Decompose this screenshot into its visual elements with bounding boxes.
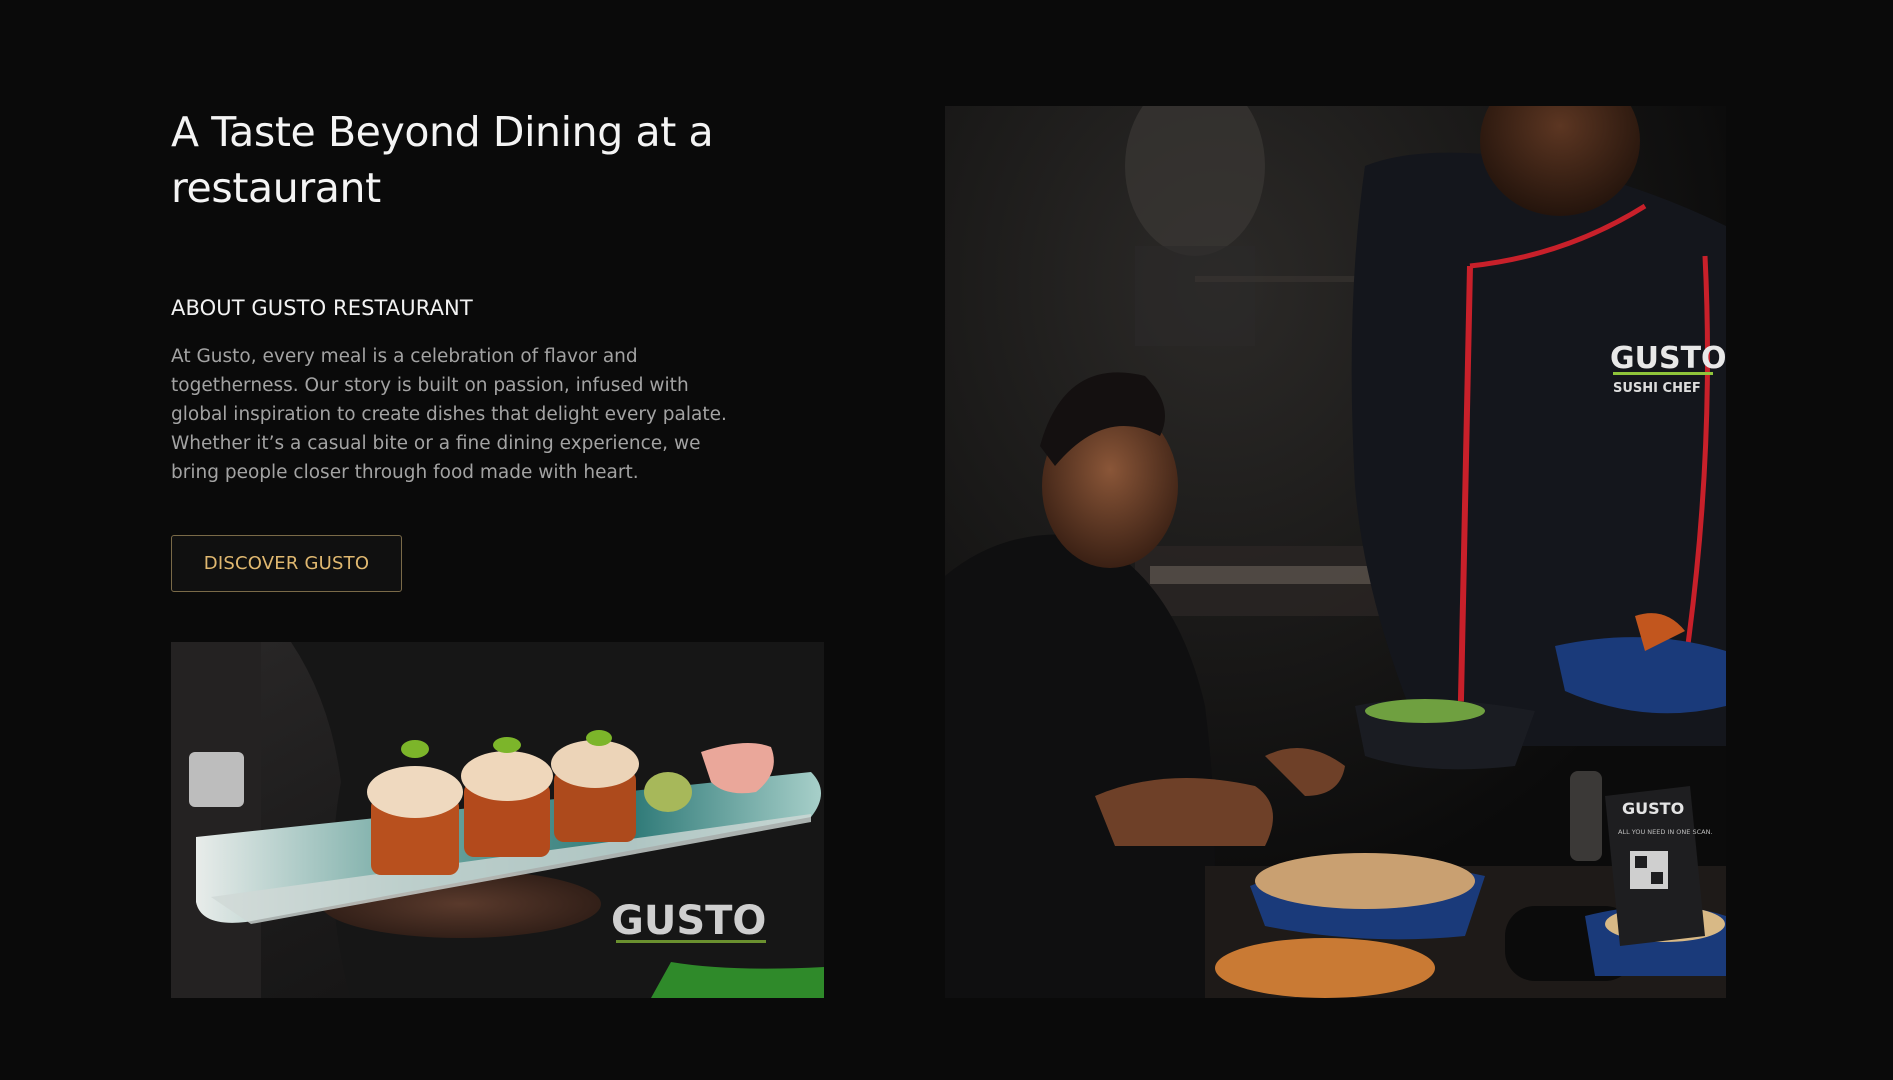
restaurant-dining-image: GUSTO SUSHI CHEF GUSTO ALL YOU NEED IN O… <box>945 106 1726 998</box>
restaurant-dining-photo-icon: GUSTO SUSHI CHEF GUSTO ALL YOU NEED IN O… <box>945 106 1726 998</box>
table-card-caption: ALL YOU NEED IN ONE SCAN. <box>1618 828 1713 836</box>
about-heading: ABOUT GUSTO RESTAURANT <box>171 296 473 320</box>
chef-role-text: SUSHI CHEF <box>1613 381 1701 396</box>
table-card-logo: GUSTO <box>1622 799 1684 818</box>
page-title: A Taste Beyond Dining at a restaurant <box>171 108 714 212</box>
discover-gusto-button[interactable]: DISCOVER GUSTO <box>171 535 402 592</box>
apron-logo-text: GUSTO <box>611 898 766 944</box>
chef-logo-text: GUSTO <box>1610 341 1726 376</box>
about-section: A Taste Beyond Dining at a restaurant AB… <box>0 0 1893 1080</box>
sushi-platter-photo-icon: GUSTO <box>171 642 824 998</box>
about-description: At Gusto, every meal is a celebration of… <box>171 346 727 483</box>
sushi-platter-image: GUSTO <box>171 642 824 998</box>
